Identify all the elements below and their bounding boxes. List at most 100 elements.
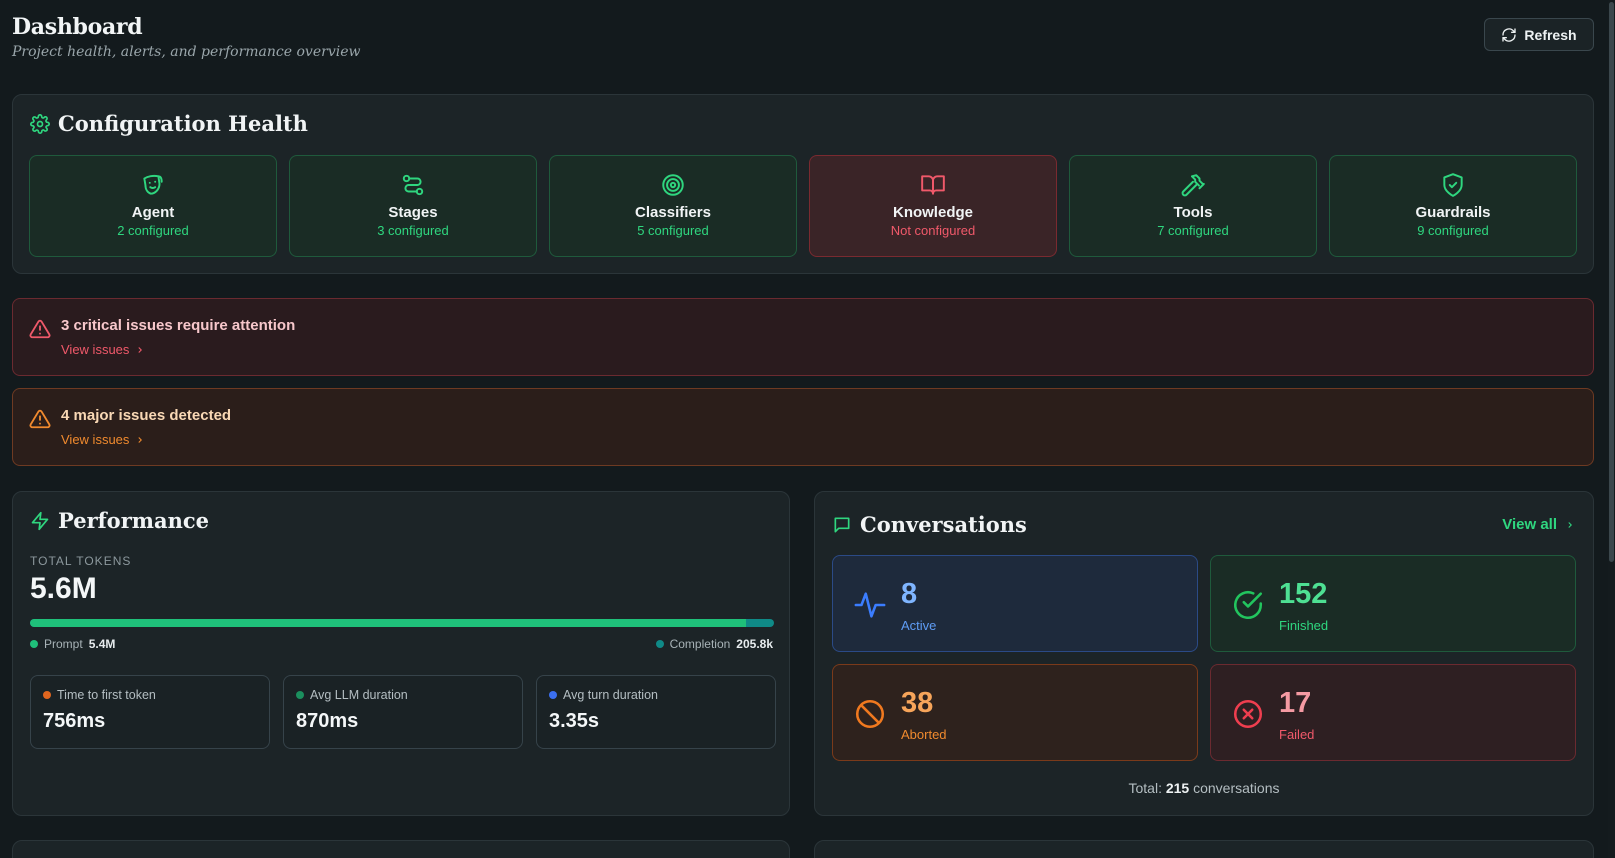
- performance-title: Performance: [58, 508, 209, 533]
- performance-card: Performance TOTAL TOKENS 5.6M Prompt 5.4…: [12, 491, 790, 816]
- view-all-conversations-link[interactable]: View all: [1502, 516, 1575, 533]
- finished-count: 152: [1279, 578, 1328, 610]
- prompt-legend: Prompt 5.4M: [30, 637, 115, 651]
- chevron-right-icon: [138, 436, 143, 443]
- config-tile-name: Agent: [131, 204, 175, 221]
- page-subtitle: Project health, alerts, and performance …: [12, 44, 361, 60]
- total-count: 215: [1165, 780, 1190, 796]
- failed-label: Failed: [1279, 727, 1315, 742]
- config-tile-classifiers[interactable]: Classifiers 5 configured: [549, 155, 797, 257]
- refresh-icon: [1502, 27, 1517, 42]
- config-tile-tools[interactable]: Tools 7 configured: [1069, 155, 1317, 257]
- refresh-label: Refresh: [1524, 26, 1577, 43]
- configuration-health-header: Configuration Health: [30, 111, 308, 136]
- view-issues-label: View issues: [61, 432, 130, 447]
- aborted-count: 38: [901, 687, 934, 719]
- chat-bubble-icon: [834, 517, 850, 532]
- config-tile-name: Knowledge: [892, 204, 973, 221]
- page-header: Dashboard Project health, alerts, and pe…: [12, 14, 360, 60]
- config-tile-status: Not configured: [890, 223, 976, 238]
- aborted-label: Aborted: [901, 727, 947, 742]
- book-icon: [921, 175, 945, 195]
- config-tile-status: 3 configured: [377, 223, 449, 238]
- conversations-header: Conversations: [832, 512, 1027, 537]
- total-tokens-value: 5.6M: [30, 572, 97, 605]
- critical-issues-title: 3 critical issues require attention: [61, 317, 296, 334]
- conversations-title: Conversations: [860, 512, 1027, 537]
- config-tile-name: Classifiers: [635, 204, 711, 221]
- metric-dot: [296, 691, 304, 699]
- major-view-issues-link[interactable]: View issues: [61, 432, 145, 447]
- metric-value: 870ms: [296, 710, 359, 732]
- configuration-health-card: Configuration Health Agent 2 configured …: [12, 94, 1594, 274]
- mask-icon: [143, 174, 163, 195]
- activity-icon: [854, 592, 886, 618]
- conversations-aborted-tile[interactable]: 38 Aborted: [832, 664, 1198, 761]
- config-tile-guardrails[interactable]: Guardrails 9 configured: [1329, 155, 1577, 257]
- config-tile-status: 9 configured: [1417, 223, 1489, 238]
- prompt-value: 5.4M: [88, 637, 116, 651]
- major-issues-alert: 4 major issues detected View issues: [12, 388, 1594, 466]
- metric-label-row: Time to first token: [43, 688, 257, 702]
- active-label: Active: [901, 618, 937, 633]
- total-suffix: conversations: [1193, 780, 1280, 796]
- page-scrollbar[interactable]: [1608, 0, 1615, 858]
- refresh-button[interactable]: Refresh: [1484, 18, 1594, 51]
- completion-dot: [655, 640, 664, 648]
- route-icon: [402, 174, 424, 196]
- major-issues-title: 4 major issues detected: [61, 407, 232, 424]
- chevron-right-icon: [138, 346, 143, 353]
- metric-avg-llm-duration: Avg LLM duration 870ms: [283, 675, 523, 749]
- chevron-right-icon: [1568, 521, 1572, 528]
- completion-label: Completion: [669, 637, 731, 651]
- performance-metrics: Time to first token 756ms Avg LLM durati…: [30, 675, 776, 749]
- finished-label: Finished: [1279, 618, 1329, 633]
- metric-dot: [549, 691, 557, 699]
- conversation-status-grid: 8 Active 152 Finished 38 Aborted 17 Fail…: [832, 555, 1576, 761]
- metric-label: Avg LLM duration: [310, 688, 408, 702]
- completion-value: 205.8k: [736, 637, 773, 651]
- shield-check-icon: [1443, 173, 1463, 197]
- token-split-bar: [30, 619, 774, 627]
- config-tile-name: Tools: [1173, 204, 1213, 221]
- prompt-dot: [30, 640, 38, 648]
- conversations-active-tile[interactable]: 8 Active: [832, 555, 1198, 652]
- config-tile-name: Guardrails: [1415, 204, 1491, 221]
- warning-triangle-icon: [29, 319, 51, 339]
- gear-icon: [30, 113, 50, 134]
- failed-count: 17: [1279, 687, 1312, 719]
- metric-value: 3.35s: [549, 710, 600, 732]
- config-tile-status: 2 configured: [117, 223, 189, 238]
- ban-icon: [855, 699, 885, 729]
- config-tile-agent[interactable]: Agent 2 configured: [29, 155, 277, 257]
- config-tiles: Agent 2 configured Stages 3 configured C…: [29, 155, 1577, 257]
- lower-left-card: [12, 840, 790, 858]
- configuration-health-title: Configuration Health: [58, 111, 308, 136]
- conversations-card: Conversations View all 8 Active 152 Fini…: [814, 491, 1594, 816]
- scrollbar-thumb[interactable]: [1609, 2, 1614, 562]
- target-icon: [662, 174, 684, 196]
- prompt-label: Prompt: [44, 637, 83, 651]
- prompt-tokens-fill: [30, 619, 747, 627]
- config-tile-knowledge[interactable]: Knowledge Not configured: [809, 155, 1057, 257]
- config-tile-status: 7 configured: [1157, 223, 1229, 238]
- total-prefix: Total:: [1128, 780, 1162, 796]
- config-tile-stages[interactable]: Stages 3 configured: [289, 155, 537, 257]
- dashboard-page: Dashboard Project health, alerts, and pe…: [0, 0, 1615, 858]
- lower-right-card: [814, 840, 1594, 858]
- conversations-finished-tile[interactable]: 152 Finished: [1210, 555, 1576, 652]
- view-all-label: View all: [1502, 516, 1557, 533]
- metric-dot: [43, 691, 51, 699]
- config-tile-name: Stages: [388, 204, 438, 221]
- critical-view-issues-link[interactable]: View issues: [61, 342, 145, 357]
- check-circle-icon: [1233, 590, 1263, 620]
- performance-header: Performance: [30, 508, 209, 533]
- total-tokens-label: TOTAL TOKENS: [30, 554, 132, 568]
- metric-avg-turn-duration: Avg turn duration 3.35s: [536, 675, 776, 749]
- metric-label-row: Avg turn duration: [549, 688, 763, 702]
- warning-triangle-icon: [29, 409, 51, 429]
- completion-legend: Completion 205.8k: [655, 637, 773, 651]
- active-count: 8: [901, 578, 918, 610]
- conversations-failed-tile[interactable]: 17 Failed: [1210, 664, 1576, 761]
- metric-time-to-first-token: Time to first token 756ms: [30, 675, 270, 749]
